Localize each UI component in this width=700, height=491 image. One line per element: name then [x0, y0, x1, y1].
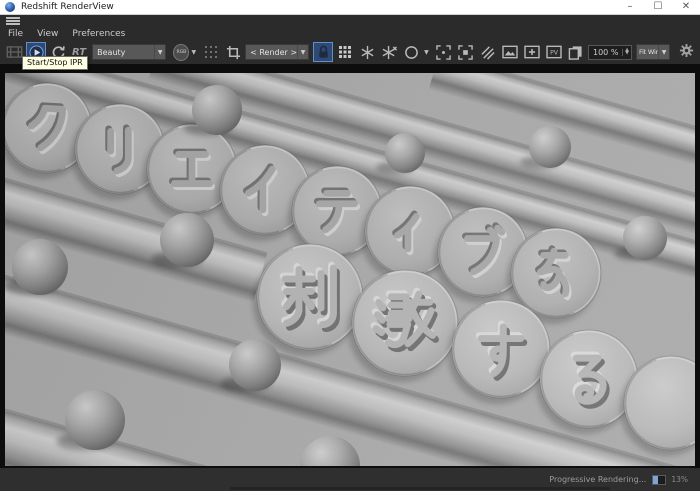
- aov-dropdown[interactable]: Beauty ▼: [92, 44, 167, 60]
- focus-target-icon[interactable]: [434, 42, 454, 62]
- region-circle-icon[interactable]: [401, 42, 421, 62]
- snapshot-dropdown[interactable]: < Render > ▼: [245, 44, 310, 60]
- send-to-pv-icon[interactable]: PV: [544, 42, 564, 62]
- hamburger-menu-icon[interactable]: [6, 17, 20, 26]
- toolbar: RT Beauty ▼ RGB ▼ < Render > ▼ ▼ PV 100 …: [0, 40, 700, 64]
- region-select-icon[interactable]: [456, 42, 476, 62]
- fit-window-value: Fit Window: [639, 48, 658, 56]
- pixel-grid-icon[interactable]: [335, 42, 355, 62]
- rgb-display-button[interactable]: RGB: [173, 43, 190, 61]
- redshift-app-icon: [5, 2, 15, 12]
- rgb-dropdown-arrow-icon[interactable]: ▼: [191, 49, 196, 56]
- chevron-down-icon: ▼: [658, 45, 669, 59]
- region-dropdown-arrow-icon[interactable]: ▼: [424, 49, 429, 56]
- zoom-spinner[interactable]: 100 % ▲ ▼: [588, 44, 632, 60]
- progress-percent: 13%: [671, 475, 688, 484]
- snapshot-snowflake-icon[interactable]: [357, 42, 377, 62]
- progress-bar: [652, 474, 667, 485]
- zoom-spin-arrows-icon[interactable]: ▲ ▼: [622, 47, 631, 56]
- lock-view-button[interactable]: [313, 42, 334, 62]
- copy-frame-icon[interactable]: [566, 42, 586, 62]
- chevron-down-icon: ▼: [154, 45, 165, 59]
- dither-grid-icon[interactable]: [201, 42, 221, 62]
- fit-window-dropdown[interactable]: Fit Window ▼: [636, 44, 670, 60]
- window-controls: – ☐ ✕: [616, 0, 700, 14]
- crop-icon[interactable]: [223, 42, 243, 62]
- rendered-image[interactable]: [5, 73, 695, 466]
- svg-text:PV: PV: [550, 50, 559, 57]
- menu-view[interactable]: View: [30, 29, 65, 39]
- aov-dropdown-value: Beauty: [97, 47, 126, 57]
- filmstrip-icon[interactable]: [4, 42, 24, 62]
- diagonal-compare-icon[interactable]: [478, 42, 498, 62]
- snapshot-compare-icon[interactable]: [379, 42, 399, 62]
- add-image-icon[interactable]: [522, 42, 542, 62]
- menu-preferences[interactable]: Preferences: [65, 29, 132, 39]
- save-image-icon[interactable]: [500, 42, 520, 62]
- chevron-down-icon: ▼: [297, 45, 308, 59]
- title-bar: Redshift RenderView – ☐ ✕: [0, 0, 700, 15]
- settings-gear-icon[interactable]: [679, 43, 694, 62]
- menu-file[interactable]: File: [0, 29, 30, 39]
- horizontal-scrollbar[interactable]: [230, 487, 610, 490]
- minimize-icon[interactable]: –: [616, 0, 644, 14]
- toolbar-right-group: 100 % ▲▼ Fit Window ▼: [588, 43, 696, 62]
- hamburger-bar: [0, 15, 700, 28]
- zoom-value: 100 %: [593, 47, 619, 57]
- close-icon[interactable]: ✕: [672, 0, 700, 14]
- snapshot-dropdown-value: < Render >: [250, 47, 298, 57]
- maximize-icon[interactable]: ☐: [644, 0, 672, 14]
- status-label: Progressive Rendering...: [549, 475, 647, 484]
- tooltip: Start/Stop IPR: [22, 56, 88, 70]
- menu-bar: File View Preferences: [0, 28, 700, 40]
- render-viewport[interactable]: [0, 64, 700, 468]
- window-title: Redshift RenderView: [21, 2, 114, 12]
